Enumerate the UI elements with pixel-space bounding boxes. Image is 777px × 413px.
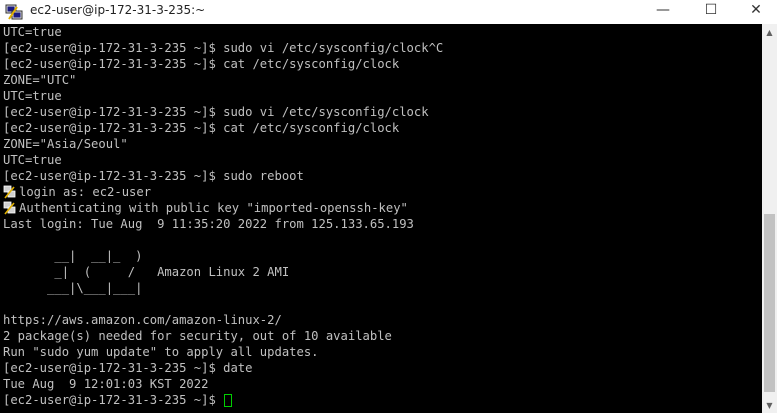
- terminal-line-text: Tue Aug 9 12:01:03 KST 2022: [3, 377, 209, 391]
- terminal-line: ___|\___|___|: [0, 280, 762, 296]
- putty-key-icon: [3, 185, 16, 199]
- terminal-prompt-line[interactable]: [ec2-user@ip-172-31-3-235 ~]$: [0, 392, 762, 408]
- terminal-line: _| ( / Amazon Linux 2 AMI: [0, 264, 762, 280]
- terminal-line: [ec2-user@ip-172-31-3-235 ~]$ cat /etc/s…: [0, 120, 762, 136]
- terminal-line: Last login: Tue Aug 9 11:35:20 2022 from…: [0, 216, 762, 232]
- terminal-line-text: ___|\___|___|: [3, 281, 143, 295]
- terminal-line: https://aws.amazon.com/amazon-linux-2/: [0, 312, 762, 328]
- putty-key-icon: [3, 201, 16, 215]
- terminal-line: ZONE="UTC": [0, 72, 762, 88]
- terminal-line-text: https://aws.amazon.com/amazon-linux-2/: [3, 313, 282, 327]
- terminal-line: [ec2-user@ip-172-31-3-235 ~]$ sudo reboo…: [0, 168, 762, 184]
- terminal-line-text: login as: ec2-user: [19, 185, 152, 199]
- window-title: ec2-user@ip-172-31-3-235:~: [30, 3, 206, 17]
- terminal-line-text: 2 package(s) needed for security, out of…: [3, 329, 392, 343]
- terminal-line: [ec2-user@ip-172-31-3-235 ~]$ sudo vi /e…: [0, 40, 762, 56]
- terminal-line-text: [ec2-user@ip-172-31-3-235 ~]$ cat /etc/s…: [3, 121, 400, 135]
- terminal-line-text: [ec2-user@ip-172-31-3-235 ~]$ sudo vi /e…: [3, 41, 444, 55]
- terminal-line-text: UTC=true: [3, 89, 62, 103]
- terminal-line: UTC=true: [0, 152, 762, 168]
- terminal-line: __| __|_ ): [0, 248, 762, 264]
- terminal-line-text: Last login: Tue Aug 9 11:35:20 2022 from…: [3, 217, 414, 231]
- terminal-line-text: ZONE="Asia/Seoul": [3, 137, 128, 151]
- vertical-scrollbar[interactable]: ▲ ▼: [762, 24, 777, 413]
- terminal-line: UTC=true: [0, 88, 762, 104]
- terminal-line-text: UTC=true: [3, 153, 62, 167]
- terminal-line-text: [ec2-user@ip-172-31-3-235 ~]$ sudo reboo…: [3, 169, 304, 183]
- terminal-line: ZONE="Asia/Seoul": [0, 136, 762, 152]
- terminal-line-text: [ec2-user@ip-172-31-3-235 ~]$ date: [3, 361, 253, 375]
- terminal-line-text: UTC=true: [3, 25, 62, 39]
- close-button[interactable]: ✕: [733, 0, 777, 20]
- maximize-button[interactable]: ☐: [688, 0, 734, 20]
- terminal-line-text: ZONE="UTC": [3, 73, 77, 87]
- terminal-line: login as: ec2-user: [0, 184, 762, 200]
- terminal-line: Tue Aug 9 12:01:03 KST 2022: [0, 376, 762, 392]
- title-bar: ec2-user@ip-172-31-3-235:~ — ☐ ✕: [0, 0, 777, 24]
- terminal-line: 2 package(s) needed for security, out of…: [0, 328, 762, 344]
- terminal-line: [ec2-user@ip-172-31-3-235 ~]$ sudo vi /e…: [0, 104, 762, 120]
- terminal-output[interactable]: UTC=true [ec2-user@ip-172-31-3-235 ~]$ su…: [0, 24, 762, 413]
- minimize-button[interactable]: —: [640, 0, 686, 20]
- terminal-line: [ec2-user@ip-172-31-3-235 ~]$ cat /etc/s…: [0, 56, 762, 72]
- terminal-line-text: [ec2-user@ip-172-31-3-235 ~]$ cat /etc/s…: [3, 57, 400, 71]
- terminal-line-text: __| __|_ ): [3, 249, 143, 263]
- terminal-line-text: [ec2-user@ip-172-31-3-235 ~]$ sudo vi /e…: [3, 105, 429, 119]
- scroll-down-arrow-icon[interactable]: ▼: [762, 397, 777, 413]
- terminal-line: [ec2-user@ip-172-31-3-235 ~]$ date: [0, 360, 762, 376]
- terminal-line: Run "sudo yum update" to apply all updat…: [0, 344, 762, 360]
- scroll-up-arrow-icon[interactable]: ▲: [762, 24, 777, 40]
- terminal-line-text: Run "sudo yum update" to apply all updat…: [3, 345, 319, 359]
- terminal-line: Authenticating with public key "imported…: [0, 200, 762, 216]
- terminal-line: UTC=true: [0, 24, 762, 40]
- terminal-line-text: _| ( / Amazon Linux 2 AMI: [3, 265, 290, 279]
- text-cursor: [224, 394, 233, 407]
- shell-prompt: [ec2-user@ip-172-31-3-235 ~]$: [3, 393, 224, 407]
- terminal-line-text: Authenticating with public key "imported…: [19, 201, 408, 215]
- putty-icon: [5, 4, 23, 20]
- scroll-thumb[interactable]: [764, 214, 775, 392]
